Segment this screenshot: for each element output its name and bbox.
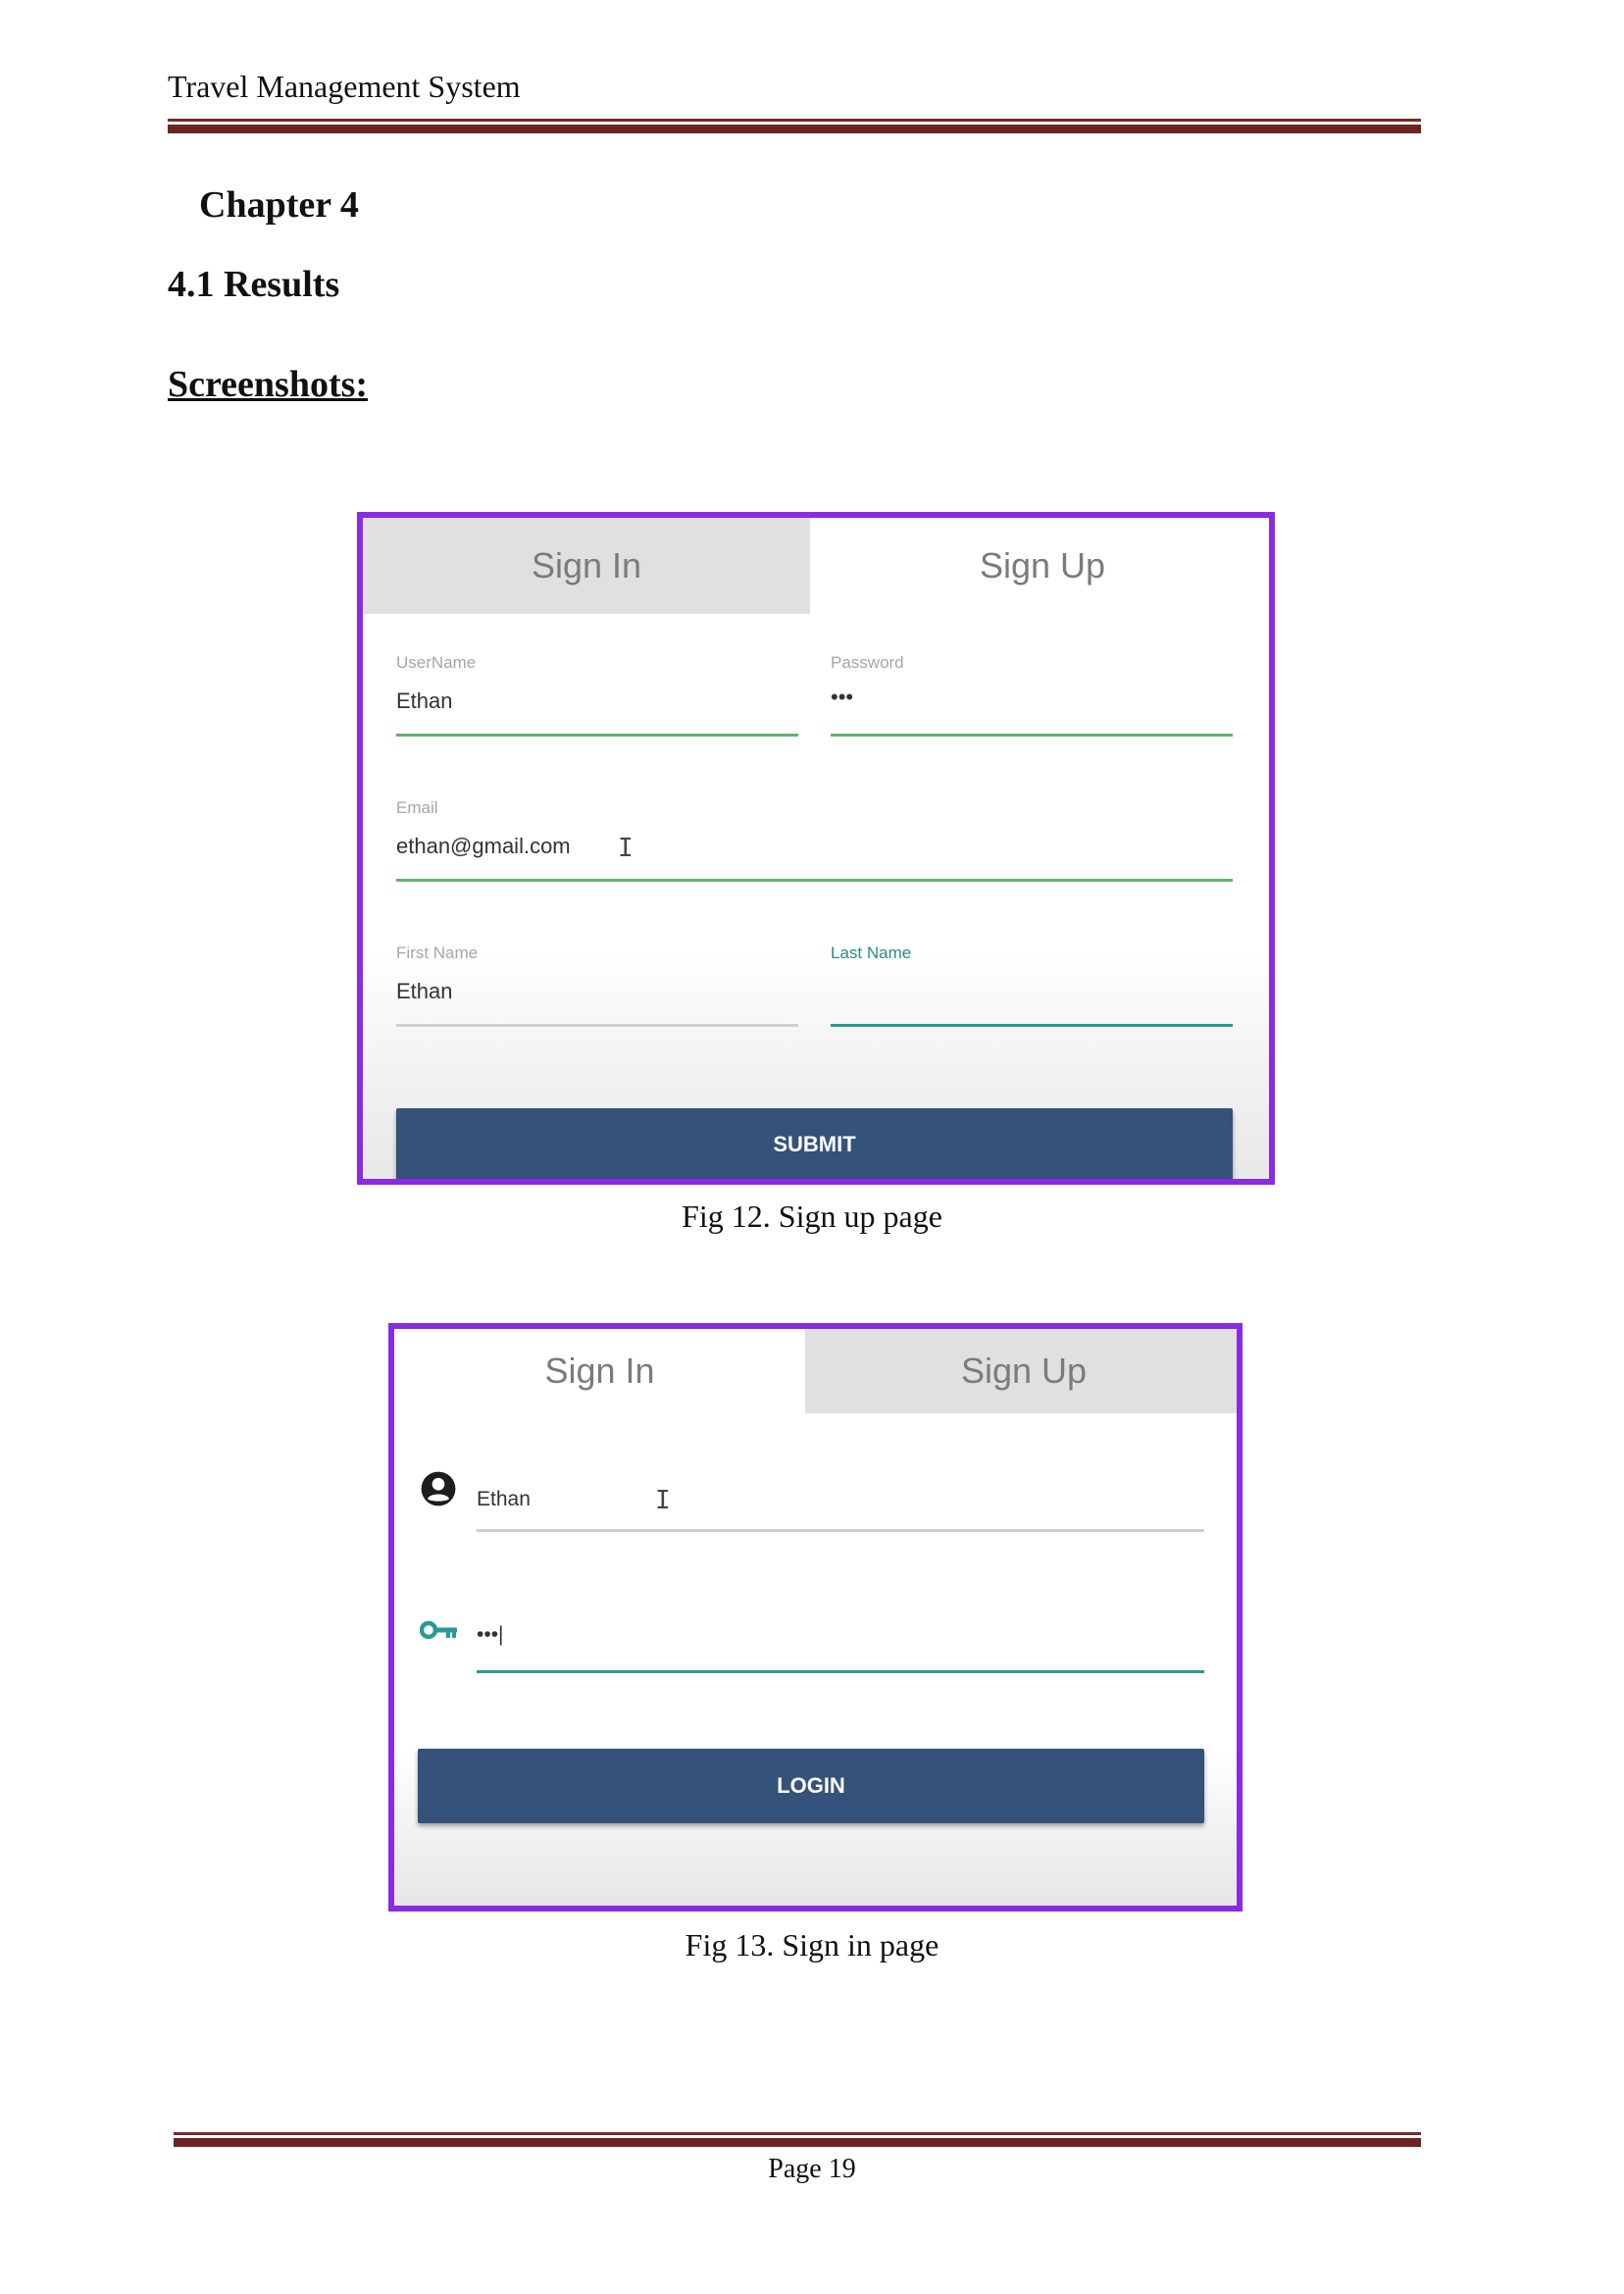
- tab-sign-up[interactable]: Sign Up: [805, 1329, 1237, 1413]
- chapter-title: Chapter 4: [199, 184, 359, 226]
- password-underline: [831, 734, 1233, 737]
- submit-button[interactable]: SUBMIT: [396, 1108, 1233, 1179]
- figure-13-caption: Fig 13. Sign in page: [685, 1927, 939, 1963]
- text-cursor-icon: I: [655, 1486, 671, 1515]
- header-rule-thick: [168, 125, 1421, 133]
- email-field[interactable]: ethan@gmail.com: [396, 834, 571, 859]
- username-field[interactable]: Ethan: [396, 688, 453, 714]
- header-rule-thin: [168, 119, 1421, 122]
- password-field[interactable]: •••: [831, 685, 853, 710]
- text-cursor-icon: I: [618, 834, 634, 863]
- figure-12-caption: Fig 12. Sign up page: [682, 1198, 942, 1234]
- lastname-underline: [831, 1024, 1233, 1027]
- page-number: Page 19: [768, 2154, 856, 2184]
- signin-password-underline: [477, 1670, 1204, 1673]
- running-title: Travel Management System: [168, 69, 521, 104]
- footer-rule-thick: [174, 2138, 1421, 2147]
- firstname-field[interactable]: Ethan: [396, 979, 453, 1004]
- firstname-label: First Name: [396, 943, 479, 962]
- signin-password-field[interactable]: •••|: [477, 1623, 504, 1647]
- email-label: Email: [396, 798, 438, 817]
- lastname-label: Last Name: [831, 943, 912, 962]
- username-label: UserName: [396, 653, 477, 672]
- login-button[interactable]: LOGIN: [418, 1749, 1204, 1823]
- account-circle-icon: [421, 1471, 456, 1506]
- signin-username-field[interactable]: Ethan: [477, 1488, 531, 1511]
- tab-sign-in[interactable]: Sign In: [363, 518, 810, 614]
- section-title: 4.1 Results: [168, 264, 340, 305]
- firstname-underline: [396, 1024, 798, 1027]
- password-label: Password: [831, 653, 904, 672]
- subsection-title: Screenshots:: [168, 364, 369, 405]
- signin-username-underline: [477, 1529, 1204, 1532]
- email-underline: [396, 879, 1233, 882]
- key-icon: [420, 1620, 457, 1640]
- tab-sign-in[interactable]: Sign In: [394, 1329, 805, 1413]
- footer-rule-thin: [174, 2132, 1421, 2135]
- signup-screenshot: Sign In Sign Up UserName Ethan Password …: [357, 512, 1275, 1185]
- username-underline: [396, 734, 798, 737]
- signin-screenshot: Sign In Sign Up Ethan I •••| LOGIN: [388, 1323, 1243, 1912]
- tab-sign-up[interactable]: Sign Up: [810, 518, 1269, 614]
